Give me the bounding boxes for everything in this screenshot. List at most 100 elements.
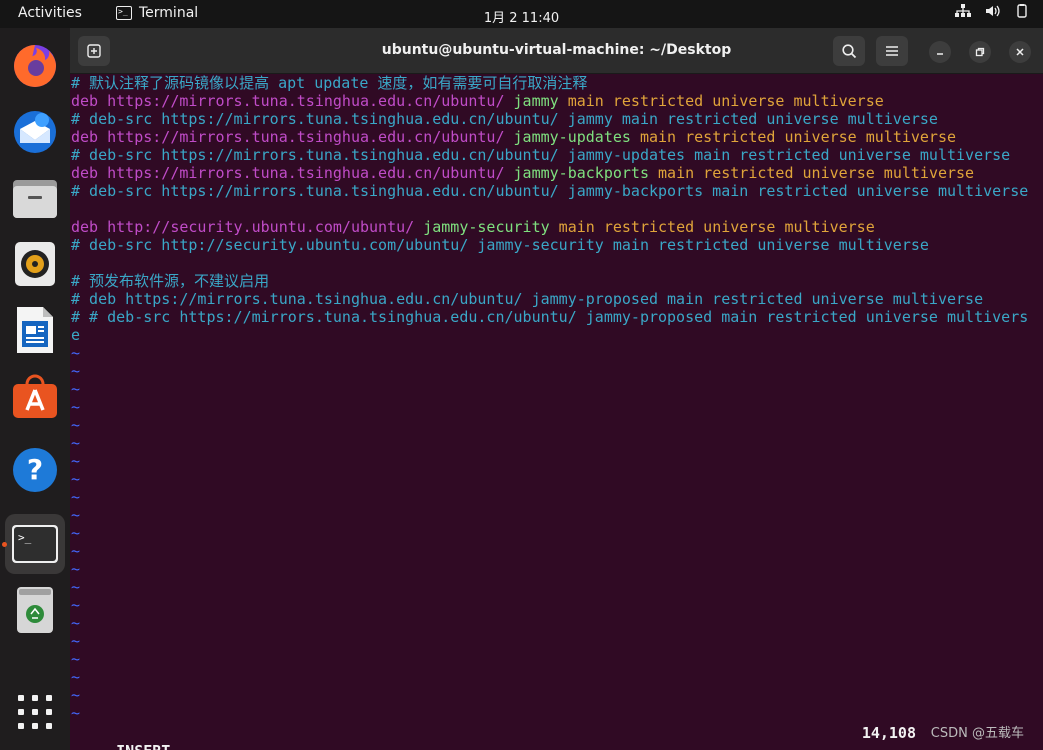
activities-button[interactable]: Activities (18, 5, 82, 21)
empty-line-marker: ~ (71, 362, 81, 380)
menu-button[interactable] (876, 36, 908, 66)
buffer-line: deb https://mirrors.tuna.tsinghua.edu.cn… (71, 128, 956, 146)
buffer-text: # deb https://mirrors.tuna.tsinghua.edu.… (71, 290, 984, 308)
empty-line-marker: ~ (71, 614, 81, 632)
network-icon[interactable] (955, 4, 971, 18)
buffer-line: # deb https://mirrors.tuna.tsinghua.edu.… (71, 290, 983, 308)
buffer-text: # deb-src https://mirrors.tuna.tsinghua.… (71, 182, 1029, 200)
empty-line-marker: ~ (71, 578, 81, 596)
close-button[interactable] (1009, 41, 1031, 63)
empty-line-marker: ~ (71, 434, 81, 452)
vim-mode-indicator: -- INSERT -- (89, 742, 197, 750)
buffer-line: # deb-src https://mirrors.tuna.tsinghua.… (71, 146, 1010, 164)
firefox-icon (14, 45, 56, 87)
empty-line-marker: ~ (71, 452, 81, 470)
buffer-line: # 默认注释了源码镜像以提高 apt update 速度，如有需要可自行取消注释 (71, 74, 587, 92)
files-icon (13, 180, 57, 218)
buffer-text: jammy-updates (504, 128, 631, 146)
buffer-text: # deb-src http://security.ubuntu.com/ubu… (71, 236, 929, 254)
buffer-text: http://security.ubuntu.com/ubuntu/ (107, 218, 415, 236)
terminal-icon: >_ (12, 525, 58, 563)
minimize-icon (937, 53, 943, 55)
buffer-text: # # deb-src https://mirrors.tuna.tsinghu… (71, 308, 1029, 326)
buffer-text: e (71, 326, 81, 344)
thunderbird-icon (14, 111, 56, 153)
new-tab-button[interactable] (78, 36, 110, 66)
dock: ? >_ (0, 28, 70, 750)
buffer-text: main restricted universe multiverse (558, 92, 884, 110)
search-button[interactable] (833, 36, 865, 66)
empty-line-marker: ~ (71, 704, 81, 722)
minimize-button[interactable] (929, 41, 951, 63)
buffer-text: jammy (504, 92, 559, 110)
empty-line-marker: ~ (71, 470, 81, 488)
app-center-icon (13, 374, 57, 418)
buffer-text: deb (71, 128, 108, 146)
dock-firefox[interactable] (5, 36, 65, 96)
writer-icon (17, 307, 53, 353)
empty-line-marker: ~ (71, 524, 81, 542)
terminal-icon: >_ (116, 6, 132, 20)
search-icon (841, 43, 856, 58)
buffer-text: main restricted universe multiverse (630, 128, 957, 146)
svg-text:?: ? (27, 453, 43, 486)
buffer-text: main restricted universe multiverse (648, 164, 975, 182)
trash-icon (17, 587, 53, 633)
empty-line-marker: ~ (71, 488, 81, 506)
dock-files[interactable] (5, 168, 65, 228)
empty-line-marker: ~ (71, 344, 81, 362)
empty-line-marker: ~ (71, 380, 81, 398)
buffer-text: # deb-src https://mirrors.tuna.tsinghua.… (71, 110, 938, 128)
empty-line-marker: ~ (71, 596, 81, 614)
buffer-line: # deb-src https://mirrors.tuna.tsinghua.… (71, 182, 1028, 200)
dock-trash[interactable] (5, 580, 65, 640)
volume-icon[interactable] (985, 4, 1001, 18)
close-icon (1016, 48, 1024, 56)
buffer-text: # 预发布软件源，不建议启用 (71, 272, 270, 290)
buffer-line: # deb-src http://security.ubuntu.com/ubu… (71, 236, 929, 254)
buffer-line: # # deb-src https://mirrors.tuna.tsinghu… (71, 308, 1028, 326)
vim-status-line: -- INSERT -- 14,108 CSDN @五载车 (71, 724, 1026, 750)
buffer-text: https://mirrors.tuna.tsinghua.edu.cn/ubu… (107, 128, 505, 146)
empty-line-marker: ~ (71, 686, 81, 704)
empty-line-marker: ~ (71, 398, 81, 416)
buffer-text: deb (71, 92, 108, 110)
dock-help[interactable]: ? (5, 440, 65, 500)
window-header[interactable]: ubuntu@ubuntu-virtual-machine: ~/Desktop (70, 28, 1043, 74)
svg-text:>_: >_ (18, 531, 32, 544)
vim-editor-buffer[interactable]: # 默认注释了源码镜像以提高 apt update 速度，如有需要可自行取消注释… (70, 74, 1030, 744)
top-bar: Activities >_ Terminal 1月 2 11:40 (0, 0, 1043, 28)
buffer-line: deb http://security.ubuntu.com/ubuntu/ j… (71, 218, 875, 236)
buffer-line: deb https://mirrors.tuna.tsinghua.edu.cn… (71, 164, 974, 182)
clock[interactable]: 1月 2 11:40 (484, 11, 559, 26)
dock-thunderbird[interactable] (5, 102, 65, 162)
buffer-text: jammy-backports (504, 164, 649, 182)
buffer-line: deb https://mirrors.tuna.tsinghua.edu.cn… (71, 92, 884, 110)
dock-show-apps[interactable] (5, 682, 65, 742)
empty-line-marker: ~ (71, 542, 81, 560)
app-menu[interactable]: >_ Terminal (116, 5, 198, 21)
empty-line-marker: ~ (71, 632, 81, 650)
dock-app-center[interactable] (5, 366, 65, 426)
grid-icon (18, 695, 52, 729)
system-tray[interactable] (955, 4, 1029, 18)
window-title: ubuntu@ubuntu-virtual-machine: ~/Desktop (381, 42, 732, 58)
buffer-text: jammy-security (414, 218, 550, 236)
maximize-button[interactable] (969, 41, 991, 63)
buffer-text: # deb-src https://mirrors.tuna.tsinghua.… (71, 146, 1011, 164)
buffer-text: # 默认注释了源码镜像以提高 apt update 速度，如有需要可自行取消注释 (71, 74, 588, 92)
buffer-line: e (71, 326, 80, 344)
buffer-line: # 预发布软件源，不建议启用 (71, 272, 269, 290)
buffer-text: deb (71, 164, 108, 182)
watermark: CSDN @五载车 (930, 726, 1024, 741)
dock-libreoffice-writer[interactable] (5, 300, 65, 360)
dock-rhythmbox[interactable] (5, 234, 65, 294)
buffer-line: # deb-src https://mirrors.tuna.tsinghua.… (71, 110, 938, 128)
empty-line-marker: ~ (71, 560, 81, 578)
buffer-text: https://mirrors.tuna.tsinghua.edu.cn/ubu… (107, 92, 505, 110)
buffer-text: main restricted universe multiverse (549, 218, 875, 236)
cursor-position: 14,108 (861, 724, 916, 742)
dock-terminal[interactable]: >_ (5, 514, 65, 574)
power-icon[interactable] (1015, 4, 1029, 18)
help-icon: ? (13, 448, 57, 492)
